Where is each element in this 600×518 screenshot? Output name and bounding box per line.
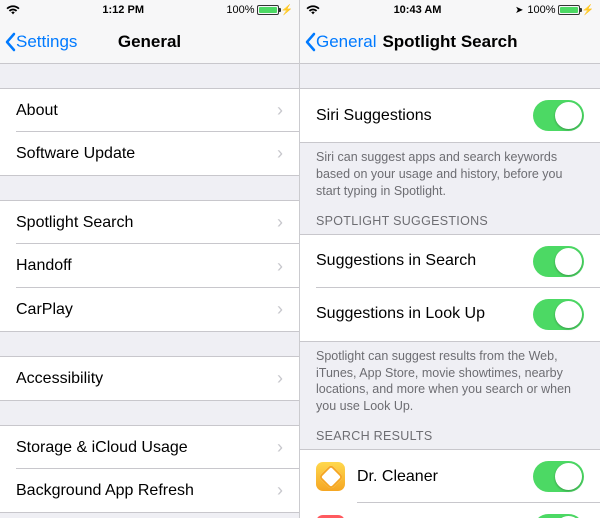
row-label: Siri Suggestions bbox=[316, 107, 533, 125]
chevron-right-icon: › bbox=[269, 299, 283, 320]
group-header-spotlight-suggestions: SPOTLIGHT SUGGESTIONS bbox=[300, 208, 600, 234]
location-icon: ➤ bbox=[515, 5, 523, 16]
chevron-right-icon: › bbox=[269, 437, 283, 458]
row-siri-suggestions[interactable]: Siri Suggestions bbox=[300, 88, 600, 143]
toggle-suggestions-in-lookup[interactable] bbox=[533, 299, 584, 330]
row-label: Handoff bbox=[16, 257, 269, 275]
nav-bar: General Spotlight Search bbox=[300, 20, 600, 64]
group-footer: Siri can suggest apps and search keyword… bbox=[300, 143, 600, 208]
nav-bar: Settings General bbox=[0, 20, 299, 64]
row-label: CarPlay bbox=[16, 301, 269, 319]
row-background-app-refresh[interactable]: Background App Refresh › bbox=[0, 469, 299, 513]
row-app-airbnb[interactable]: Airbnb bbox=[300, 503, 600, 518]
toggle-app-airbnb[interactable] bbox=[533, 514, 584, 518]
status-time: 10:43 AM bbox=[394, 4, 442, 16]
screen-spotlight-search: 10:43 AM ➤ 100% ⚡ General Spotlight Sear… bbox=[300, 0, 600, 518]
row-label: Background App Refresh bbox=[16, 482, 269, 500]
row-handoff[interactable]: Handoff › bbox=[0, 244, 299, 288]
app-icon bbox=[316, 462, 345, 491]
battery-pct: 100% bbox=[527, 4, 555, 16]
row-label: Storage & iCloud Usage bbox=[16, 439, 269, 457]
row-app-dr-cleaner[interactable]: Dr. Cleaner bbox=[300, 449, 600, 503]
row-software-update[interactable]: Software Update › bbox=[0, 132, 299, 176]
row-carplay[interactable]: CarPlay › bbox=[0, 288, 299, 332]
toggle-siri-suggestions[interactable] bbox=[533, 100, 584, 131]
back-label: General bbox=[316, 32, 376, 52]
row-suggestions-in-search[interactable]: Suggestions in Search bbox=[300, 234, 600, 288]
row-accessibility[interactable]: Accessibility › bbox=[0, 356, 299, 401]
back-button[interactable]: General bbox=[300, 32, 376, 52]
battery-indicator: 100% ⚡ bbox=[226, 4, 293, 16]
row-label: Dr. Cleaner bbox=[357, 468, 533, 486]
chevron-right-icon: › bbox=[269, 256, 283, 277]
chevron-left-icon bbox=[304, 32, 316, 52]
toggle-suggestions-in-search[interactable] bbox=[533, 246, 584, 277]
battery-pct: 100% bbox=[226, 4, 254, 16]
toggle-app-dr-cleaner[interactable] bbox=[533, 461, 584, 492]
wifi-icon bbox=[6, 4, 20, 16]
chevron-right-icon: › bbox=[269, 480, 283, 501]
back-label: Settings bbox=[16, 32, 77, 52]
wifi-icon bbox=[306, 4, 320, 16]
chevron-right-icon: › bbox=[269, 212, 283, 233]
battery-indicator: 100% ⚡ bbox=[527, 4, 594, 16]
row-about[interactable]: About › bbox=[0, 88, 299, 132]
row-label: Spotlight Search bbox=[16, 214, 269, 232]
back-button[interactable]: Settings bbox=[0, 32, 77, 52]
row-label: Software Update bbox=[16, 145, 269, 163]
chevron-right-icon: › bbox=[269, 100, 283, 121]
group-footer: Spotlight can suggest results from the W… bbox=[300, 342, 600, 424]
row-suggestions-in-lookup[interactable]: Suggestions in Look Up bbox=[300, 288, 600, 342]
group-header-search-results: SEARCH RESULTS bbox=[300, 423, 600, 449]
row-storage-icloud[interactable]: Storage & iCloud Usage › bbox=[0, 425, 299, 469]
chevron-left-icon bbox=[4, 32, 16, 52]
content: About › Software Update › Spotlight Sear… bbox=[0, 64, 299, 518]
row-label: About bbox=[16, 102, 269, 120]
status-time: 1:12 PM bbox=[102, 4, 144, 16]
row-label: Accessibility bbox=[16, 370, 269, 388]
status-bar: 1:12 PM 100% ⚡ bbox=[0, 0, 299, 20]
charging-icon: ⚡ bbox=[281, 5, 293, 16]
status-bar: 10:43 AM ➤ 100% ⚡ bbox=[300, 0, 600, 20]
chevron-right-icon: › bbox=[269, 143, 283, 164]
charging-icon: ⚡ bbox=[582, 5, 594, 16]
screen-general: 1:12 PM 100% ⚡ Settings General About › … bbox=[0, 0, 300, 518]
content: Siri Suggestions Siri can suggest apps a… bbox=[300, 64, 600, 518]
row-label: Suggestions in Search bbox=[316, 252, 533, 270]
row-label: Suggestions in Look Up bbox=[316, 305, 533, 323]
row-spotlight-search[interactable]: Spotlight Search › bbox=[0, 200, 299, 244]
chevron-right-icon: › bbox=[269, 368, 283, 389]
